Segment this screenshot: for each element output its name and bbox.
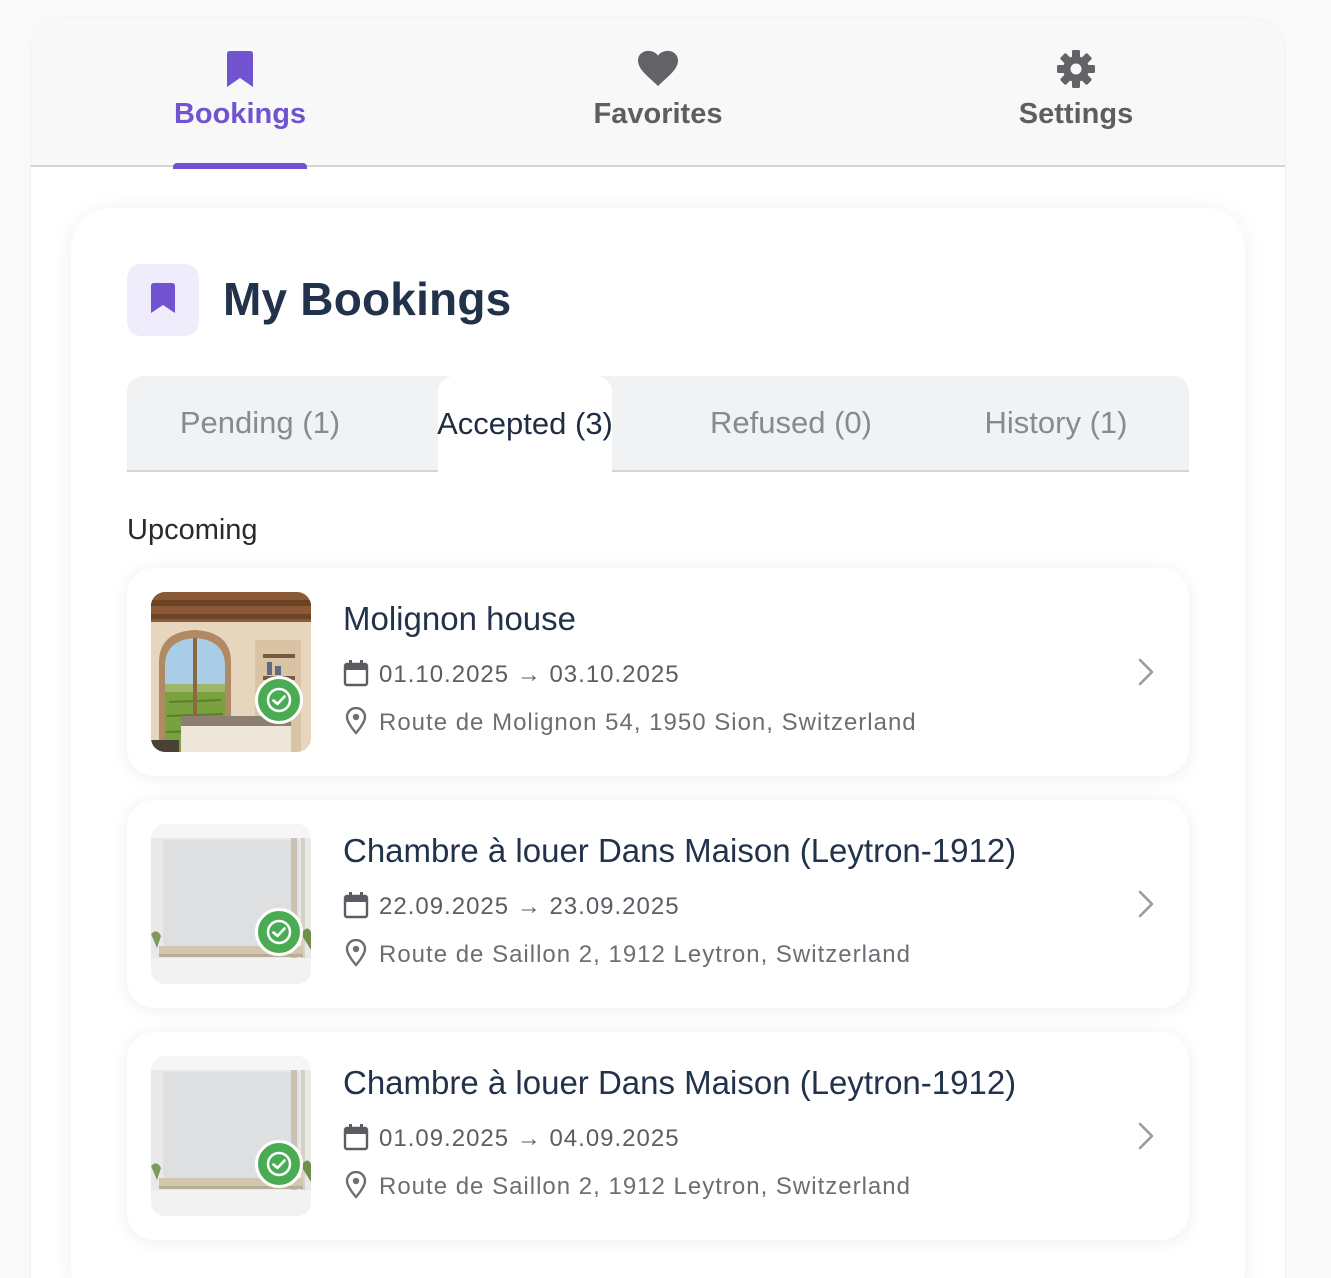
active-tab-indicator <box>173 163 307 169</box>
nav-tab-label: Settings <box>1018 98 1134 130</box>
booking-card[interactable]: Molignon house 01.10.2025 → 03.10.2025 R… <box>127 568 1189 776</box>
booking-dates: 01.09.2025 → 04.09.2025 <box>343 1122 680 1156</box>
dates-text: 22.09.2025 → 23.09.2025 <box>379 893 680 920</box>
tab-history[interactable]: History (1) <box>973 376 1139 470</box>
nav-tab-label: Bookings <box>173 98 307 130</box>
bookmark-icon <box>150 282 176 318</box>
tab-pending[interactable]: Pending (1) <box>167 376 353 470</box>
chevron-right-icon <box>1131 886 1161 922</box>
property-thumbnail <box>151 592 311 752</box>
section-heading: Upcoming <box>127 514 258 546</box>
heart-icon <box>638 49 678 89</box>
location-pin-icon <box>345 938 367 972</box>
bookmark-icon <box>220 49 260 89</box>
booking-dates: 22.09.2025 → 23.09.2025 <box>343 890 680 924</box>
tab-refused[interactable]: Refused (0) <box>703 376 879 470</box>
gear-icon <box>1056 49 1096 89</box>
check-circle-icon <box>255 908 303 956</box>
property-thumbnail <box>151 824 311 984</box>
check-circle-icon <box>255 1140 303 1188</box>
nav-tab-favorites[interactable]: Favorites <box>591 18 725 167</box>
dates-text: 01.10.2025 → 03.10.2025 <box>379 661 680 688</box>
nav-tab-bookings[interactable]: Bookings <box>173 18 307 169</box>
nav-tab-label: Favorites <box>593 98 723 130</box>
booking-address: Route de Saillon 2, 1912 Leytron, Switze… <box>345 938 911 972</box>
app-frame: Bookings Favorites Settings My Bookings … <box>31 18 1285 1278</box>
address-text: Route de Saillon 2, 1912 Leytron, Switze… <box>379 941 911 968</box>
nav-tab-settings[interactable]: Settings <box>1015 18 1137 167</box>
chevron-right-icon <box>1131 1118 1161 1154</box>
booking-title: Chambre à louer Dans Maison (Leytron-191… <box>343 832 1017 869</box>
booking-card[interactable]: Chambre à louer Dans Maison (Leytron-191… <box>127 800 1189 1008</box>
tab-accepted[interactable]: Accepted (3) <box>437 376 613 472</box>
chevron-right-icon <box>1131 654 1161 690</box>
location-pin-icon <box>345 706 367 740</box>
booking-title: Chambre à louer Dans Maison (Leytron-191… <box>343 1064 1017 1101</box>
booking-dates: 01.10.2025 → 03.10.2025 <box>343 658 680 692</box>
booking-address: Route de Molignon 54, 1950 Sion, Switzer… <box>345 706 917 740</box>
address-text: Route de Molignon 54, 1950 Sion, Switzer… <box>379 709 917 736</box>
status-tabs: Pending (1) Accepted (3) Refused (0) His… <box>127 376 1189 472</box>
booking-card[interactable]: Chambre à louer Dans Maison (Leytron-191… <box>127 1032 1189 1240</box>
calendar-icon <box>343 891 369 924</box>
booking-title: Molignon house <box>343 600 576 637</box>
dates-text: 01.09.2025 → 04.09.2025 <box>379 1125 680 1152</box>
bookings-card: My Bookings Pending (1) Accepted (3) Ref… <box>71 208 1245 1278</box>
check-circle-icon <box>255 676 303 724</box>
page-title: My Bookings <box>223 273 512 325</box>
address-text: Route de Saillon 2, 1912 Leytron, Switze… <box>379 1173 911 1200</box>
property-thumbnail <box>151 1056 311 1216</box>
top-navigation: Bookings Favorites Settings <box>31 18 1285 169</box>
booking-address: Route de Saillon 2, 1912 Leytron, Switze… <box>345 1170 911 1204</box>
calendar-icon <box>343 659 369 692</box>
location-pin-icon <box>345 1170 367 1204</box>
calendar-icon <box>343 1123 369 1156</box>
header-icon-badge <box>127 264 199 336</box>
